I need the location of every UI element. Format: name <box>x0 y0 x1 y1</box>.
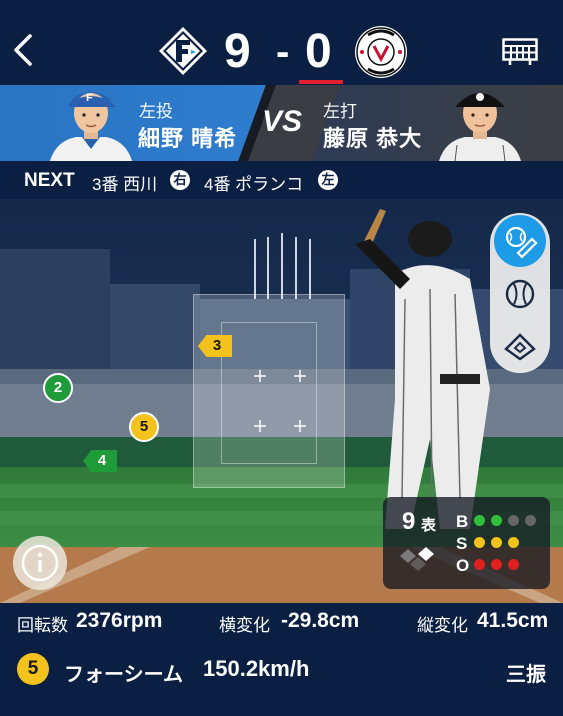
diamond-field-icon <box>504 333 536 361</box>
home-team-logo <box>158 26 208 76</box>
back-button[interactable] <box>8 30 40 70</box>
away-score: 0 <box>305 25 332 78</box>
outs-dot <box>474 559 485 570</box>
balls-dot <box>525 515 536 526</box>
vs-label: VS <box>262 105 303 138</box>
pitch-type: フォーシーム <box>64 664 183 686</box>
next-label: NEXT <box>24 170 75 191</box>
batter-name: 藤原 恭大 <box>323 126 423 151</box>
pitcher-position: 左投 <box>139 102 173 121</box>
zone-crosshair <box>254 420 266 432</box>
strikes-dot <box>474 537 485 548</box>
batter-position: 左打 <box>323 102 357 121</box>
scoreboard-menu-button[interactable] <box>502 38 538 66</box>
vertical-break-value: 41.5cm <box>477 609 549 632</box>
away-score-underline <box>299 80 343 84</box>
strikes-label: S <box>456 534 468 553</box>
vertical-break-label: 縦変化 <box>417 616 468 635</box>
spin-rate-value: 2376rpm <box>76 609 163 632</box>
batter-photo <box>435 85 525 161</box>
horizontal-break-label: 横変化 <box>219 616 270 635</box>
pitch-marker-5[interactable]: 5 <box>129 412 159 442</box>
next-batter-3-hand: 右 <box>170 170 190 190</box>
balls-dot <box>491 515 502 526</box>
at-bat-result: 三振 <box>506 664 546 686</box>
balls-dot <box>508 515 519 526</box>
scorecard-grid-icon <box>502 38 538 65</box>
inning-number: 9 <box>402 508 416 535</box>
info-button[interactable] <box>13 536 67 590</box>
zone-crosshair <box>254 370 266 382</box>
horizontal-break-value: -29.8cm <box>281 609 360 632</box>
outs-label: O <box>456 556 470 575</box>
next-batter-4-hand: 左 <box>318 170 338 190</box>
home-score: 9 <box>224 25 251 78</box>
pitch-marker-2[interactable]: 2 <box>43 373 73 403</box>
field-view-button[interactable] <box>494 321 546 373</box>
fighters-logo-icon <box>159 27 207 75</box>
chevron-left-icon <box>14 34 32 66</box>
outs-dot <box>508 559 519 570</box>
away-team-logo <box>354 25 408 79</box>
next-batter-3: 3番 西川 <box>92 175 158 194</box>
svg-text:F: F <box>86 92 93 104</box>
pitch-view-button[interactable] <box>494 268 546 320</box>
pitch-speed: 150.2km/h <box>203 656 310 681</box>
balls-dot <box>474 515 485 526</box>
pitcher-name: 細野 晴希 <box>138 126 238 151</box>
strikes-dot <box>508 537 519 548</box>
pitcher-avatar-icon: F <box>50 92 132 161</box>
info-icon <box>21 544 59 582</box>
strikes-dot <box>491 537 502 548</box>
bat-and-ball-icon <box>505 226 538 259</box>
ball-icon <box>505 279 535 309</box>
balls-label: B <box>456 512 469 531</box>
strike-zone <box>221 322 317 464</box>
batting-view-button[interactable] <box>494 215 546 267</box>
pitcher-photo: F <box>46 85 136 161</box>
batter-avatar-icon <box>439 93 521 161</box>
zone-crosshair <box>294 420 306 432</box>
outs-dot <box>491 559 502 570</box>
last-pitch-number: 5 <box>17 653 49 685</box>
zone-crosshair <box>294 370 306 382</box>
marines-logo-icon <box>355 26 407 78</box>
inning-half: 表 <box>421 517 437 534</box>
spin-rate-label: 回転数 <box>17 616 68 635</box>
bases-diamond-icon <box>400 547 434 571</box>
next-batter-4: 4番 ポランコ <box>204 175 304 194</box>
score-dash: - <box>276 30 290 74</box>
